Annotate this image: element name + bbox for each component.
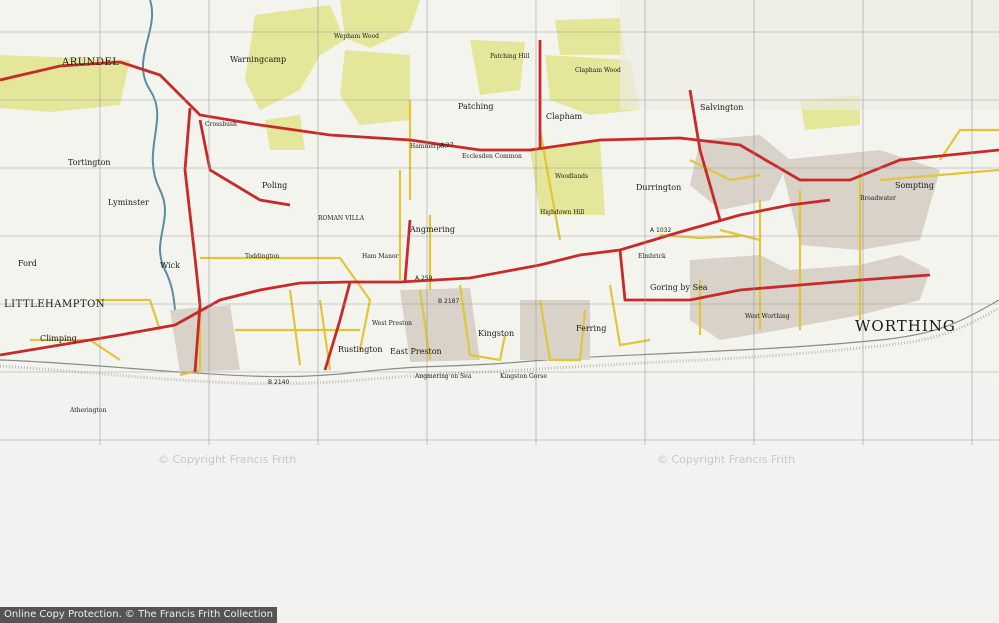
label-west-preston: West Preston — [372, 320, 412, 327]
label-ferring: Ferring — [576, 324, 606, 333]
label-wick: Wick — [160, 261, 180, 270]
label-sompting: Sompting — [895, 181, 934, 190]
label-goring: Goring by Sea — [650, 283, 708, 292]
label-crossbush: Crossbush — [205, 121, 237, 128]
label-warningcamp: Warningcamp — [230, 55, 286, 64]
south-downs — [620, 0, 999, 110]
label-kingston-gorse: Kingston Gorse — [500, 373, 547, 380]
label-a1032: A 1032 — [650, 227, 671, 234]
label-east-preston: East Preston — [390, 347, 442, 356]
label-ford: Ford — [18, 259, 37, 268]
sea-area — [0, 380, 999, 623]
label-angmering-on-sea: Angmering on Sea — [414, 373, 472, 380]
label-angmering: Angmering — [409, 225, 455, 234]
historical-os-map: WORTHING LITTLEHAMPTON ARUNDEL Angmering… — [0, 0, 999, 623]
label-atherington: Atherington — [69, 407, 107, 414]
label-woodlands: Woodlands — [555, 173, 588, 180]
label-rustington: Rustington — [338, 345, 383, 354]
label-roman-villa: ROMAN VILLA — [318, 215, 365, 222]
label-broadwater: Broadwater — [860, 195, 896, 202]
label-lyminster: Lyminster — [108, 198, 149, 207]
label-worthing: WORTHING — [855, 317, 956, 335]
label-clapham-wood: Clapham Wood — [575, 67, 621, 74]
copy-protection-footer: Online Copy Protection. © The Francis Fr… — [0, 607, 277, 623]
map-canvas: WORTHING LITTLEHAMPTON ARUNDEL Angmering… — [0, 0, 999, 623]
label-a259: A 259 — [415, 275, 433, 282]
label-durrington: Durrington — [636, 183, 681, 192]
copyright-watermark-left: © Copyright Francis Frith — [158, 453, 297, 466]
label-tortington: Tortington — [68, 158, 111, 167]
label-arundel: ARUNDEL — [61, 57, 119, 68]
label-littlehampton: LITTLEHAMPTON — [4, 299, 105, 310]
label-kingston: Kingston — [478, 329, 514, 338]
label-poling: Poling — [262, 181, 287, 190]
label-b2187: B 2187 — [438, 298, 459, 305]
label-ecclesden: Ecclesden Common — [462, 153, 522, 160]
label-salvington: Salvington — [700, 103, 743, 112]
label-patching: Patching — [458, 102, 493, 111]
label-b2140: B 2140 — [268, 379, 289, 386]
label-a27: A 27 — [440, 142, 454, 149]
label-ham-manor: Ham Manor — [362, 253, 399, 260]
label-patching-hill: Patching Hill — [490, 53, 530, 60]
label-highdown: Highdown Hill — [540, 209, 584, 216]
copyright-watermark-right: © Copyright Francis Frith — [657, 453, 796, 466]
label-wepham: Wepham Wood — [334, 33, 379, 40]
label-climping: Climping — [40, 334, 77, 343]
label-west-worthing: West Worthing — [745, 313, 790, 320]
label-clapham: Clapham — [546, 112, 582, 121]
label-elmbrick: Elmbrick — [638, 253, 666, 260]
label-toddington: Toddington — [245, 253, 279, 260]
